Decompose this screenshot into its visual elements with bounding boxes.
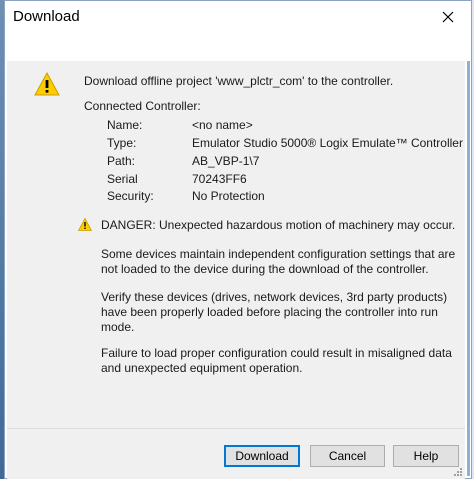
dialog-title: Download: [13, 8, 80, 25]
message-area: Download offline project 'www_plctr_com'…: [7, 61, 465, 428]
field-value: <no name>: [192, 118, 253, 132]
field-label: Serial: [107, 172, 138, 186]
cancel-button[interactable]: Cancel: [310, 445, 385, 467]
download-dialog: Download Download offline project 'www_p…: [4, 0, 472, 479]
paragraph-line: not loaded to the device during the down…: [101, 262, 429, 276]
help-button[interactable]: Help: [393, 445, 459, 467]
paragraph-line: and unexpected equipment operation.: [101, 361, 303, 375]
field-value: No Protection: [192, 189, 265, 203]
close-button[interactable]: [433, 5, 463, 29]
close-icon: [442, 11, 454, 23]
field-label: Security:: [107, 189, 154, 203]
paragraph-line: Some devices maintain independent config…: [101, 247, 456, 261]
resize-grip-icon[interactable]: [453, 467, 463, 477]
warning-icon: [34, 72, 60, 96]
field-label: Path:: [107, 154, 136, 168]
paragraph-line: mode.: [101, 320, 135, 334]
paragraph-line: Failure to load proper configuration cou…: [101, 346, 452, 360]
field-label: Type:: [107, 136, 137, 150]
window-edge-accent: [467, 61, 470, 476]
title-bar[interactable]: Download: [5, 1, 471, 33]
field-value: Emulator Studio 5000® Logix Emulate™ Con…: [192, 136, 463, 150]
field-value: 70243FF6: [192, 172, 247, 186]
field-value: AB_VBP-1\7: [192, 154, 260, 168]
danger-warning-icon: [78, 218, 92, 231]
paragraph-line: Verify these devices (drives, network de…: [101, 290, 448, 304]
connected-controller-heading: Connected Controller:: [84, 99, 201, 113]
paragraph-line: have been properly loaded before placing…: [101, 305, 438, 319]
danger-text: DANGER: Unexpected hazardous motion of m…: [101, 218, 456, 232]
field-label: Name:: [107, 118, 143, 132]
intro-text: Download offline project 'www_plctr_com'…: [84, 74, 394, 88]
download-button[interactable]: Download: [224, 445, 300, 467]
button-bar: Download Cancel Help: [7, 428, 465, 479]
